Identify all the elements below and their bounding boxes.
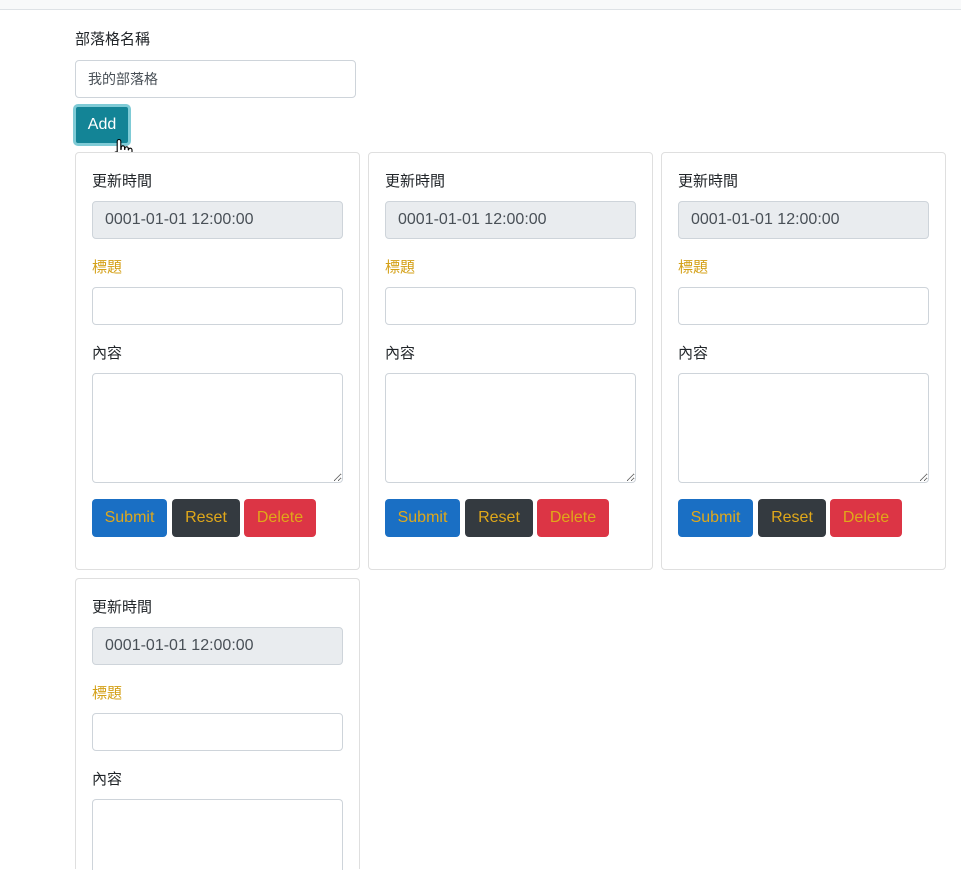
blog-name-label: 部落格名稱: [75, 30, 151, 48]
reset-button[interactable]: Reset: [172, 499, 240, 537]
post-card: 更新時間 標題 內容 Submit Reset Delete: [75, 152, 360, 570]
reset-button[interactable]: Reset: [465, 499, 533, 537]
updated-time-field: [92, 201, 343, 239]
delete-button[interactable]: Delete: [830, 499, 902, 537]
updated-time-field: [678, 201, 929, 239]
title-label: 標題: [92, 684, 123, 702]
submit-button[interactable]: Submit: [678, 499, 753, 537]
content-textarea[interactable]: [678, 373, 929, 483]
content-textarea[interactable]: [92, 373, 343, 483]
post-card: 更新時間 標題 內容 Submit Reset Delete: [661, 152, 946, 570]
reset-button[interactable]: Reset: [758, 499, 826, 537]
updated-time-label: 更新時間: [678, 172, 739, 190]
title-input[interactable]: [678, 287, 929, 325]
updated-time-label: 更新時間: [92, 172, 153, 190]
post-card: 更新時間 標題 內容 Submit Reset Delete: [368, 152, 653, 570]
updated-time-field: [385, 201, 636, 239]
content-textarea[interactable]: [92, 799, 343, 870]
title-input[interactable]: [92, 713, 343, 751]
delete-button[interactable]: Delete: [244, 499, 316, 537]
delete-button[interactable]: Delete: [537, 499, 609, 537]
content-label: 內容: [92, 344, 123, 362]
content-label: 內容: [385, 344, 416, 362]
title-label: 標題: [385, 258, 416, 276]
title-label: 標題: [678, 258, 709, 276]
updated-time-label: 更新時間: [92, 598, 153, 616]
title-label: 標題: [92, 258, 123, 276]
submit-button[interactable]: Submit: [92, 499, 167, 537]
title-input[interactable]: [92, 287, 343, 325]
top-bar: [0, 0, 961, 10]
blog-name-input[interactable]: [75, 60, 356, 98]
content-textarea[interactable]: [385, 373, 636, 483]
content-label: 內容: [92, 770, 123, 788]
post-card: 更新時間 標題 內容: [75, 578, 360, 870]
submit-button[interactable]: Submit: [385, 499, 460, 537]
title-input[interactable]: [385, 287, 636, 325]
updated-time-label: 更新時間: [385, 172, 446, 190]
updated-time-field: [92, 627, 343, 665]
content-label: 內容: [678, 344, 709, 362]
